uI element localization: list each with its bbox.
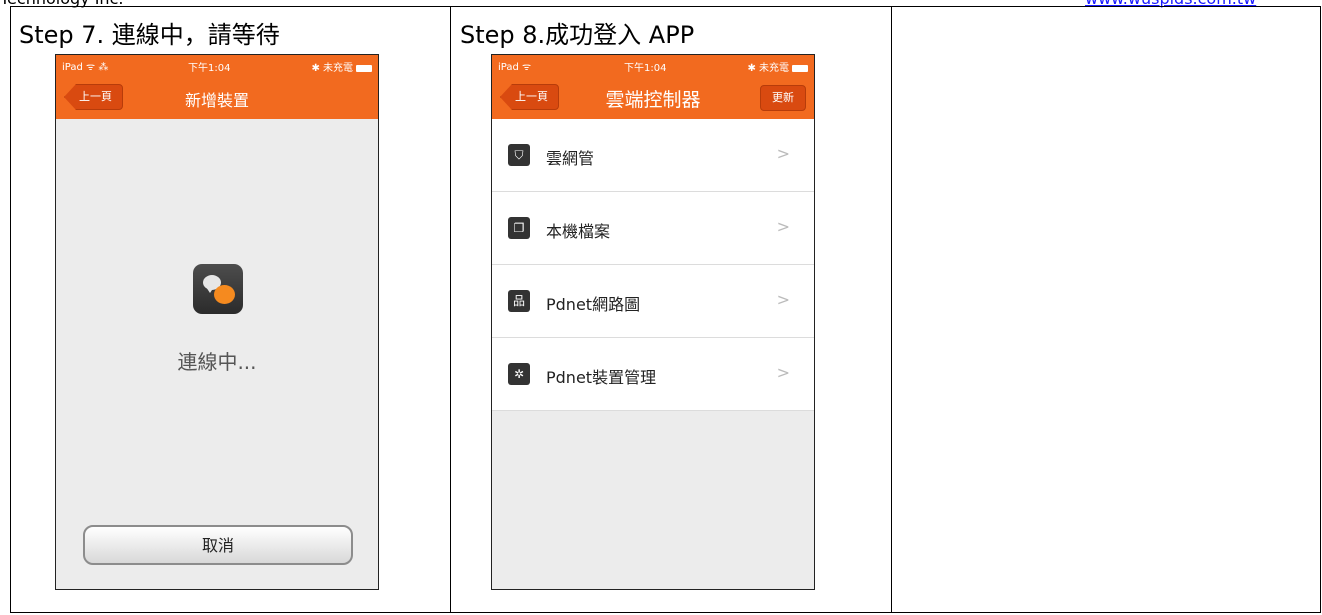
menu-item-label: 本機檔案: [546, 222, 611, 241]
chat-bubbles-icon: [193, 264, 243, 314]
step-8-title: Step 8.成功登入 APP: [460, 21, 695, 49]
menu-item-label: Pdnet裝置管理: [546, 368, 657, 387]
column-divider: [891, 7, 892, 612]
battery-icon: [356, 64, 372, 72]
chevron-right-icon: >: [776, 217, 790, 236]
step-7-title: Step 7. 連線中，請等待: [19, 21, 280, 49]
column-divider: [450, 7, 451, 612]
nav-bar: 上一頁 新增裝置: [56, 75, 378, 119]
phone-screenshot-home: iPad ᯤ 下午1:04 ✱ 未充電 上一頁 雲端控制器 更新 ⛉ 雲網管 >…: [491, 54, 815, 590]
battery-label: ✱ 未充電: [747, 63, 789, 74]
menu-item-label: 雲網管: [546, 149, 595, 168]
menu-item-local-files[interactable]: ❐ 本機檔案 >: [492, 192, 814, 265]
files-icon: ❐: [508, 217, 530, 239]
battery-status: ✱ 未充電: [311, 59, 372, 74]
status-bar: iPad ᯤ 下午1:04 ✱ 未充電: [492, 55, 814, 75]
shield-icon: ⛉: [508, 144, 530, 166]
chevron-right-icon: >: [776, 290, 790, 309]
menu-item-device-management[interactable]: ✲ Pdnet裝置管理 >: [492, 338, 814, 411]
phone-screenshot-connecting: iPad ᯤ ⁂ 下午1:04 ✱ 未充電 上一頁 新增裝置 連線中... 取消: [55, 54, 379, 590]
nav-bar: 上一頁 雲端控制器 更新: [492, 75, 814, 119]
battery-status: ✱ 未充電: [747, 59, 808, 74]
chevron-right-icon: >: [776, 144, 790, 163]
nav-title: 新增裝置: [184, 91, 249, 110]
status-bar: iPad ᯤ ⁂ 下午1:04 ✱ 未充電: [56, 55, 378, 75]
carrier-label: iPad ᯤ ⁂: [62, 62, 109, 73]
battery-label: ✱ 未充電: [311, 63, 353, 74]
menu-list: ⛉ 雲網管 > ❐ 本機檔案 > 品 Pdnet網路圖 > ✲ Pdnet裝置管…: [492, 119, 814, 411]
menu-item-network-map[interactable]: 品 Pdnet網路圖 >: [492, 265, 814, 338]
gear-icon: ✲: [508, 363, 530, 385]
steps-table: Step 7. 連線中，請等待 Step 8.成功登入 APP iPad ᯤ ⁂…: [10, 6, 1321, 613]
chevron-right-icon: >: [776, 363, 790, 382]
carrier-label: iPad ᯤ: [498, 62, 532, 73]
cancel-button[interactable]: 取消: [83, 525, 353, 565]
clock-label: 下午1:04: [188, 63, 231, 74]
refresh-button[interactable]: 更新: [760, 85, 806, 111]
menu-item-cloud-management[interactable]: ⛉ 雲網管 >: [492, 119, 814, 192]
connecting-message: 連線中...: [177, 350, 257, 374]
battery-icon: [792, 64, 808, 72]
network-icon: 品: [508, 290, 530, 312]
orange-bubble: [214, 285, 235, 304]
menu-item-label: Pdnet網路圖: [546, 295, 641, 314]
clock-label: 下午1:04: [624, 63, 667, 74]
